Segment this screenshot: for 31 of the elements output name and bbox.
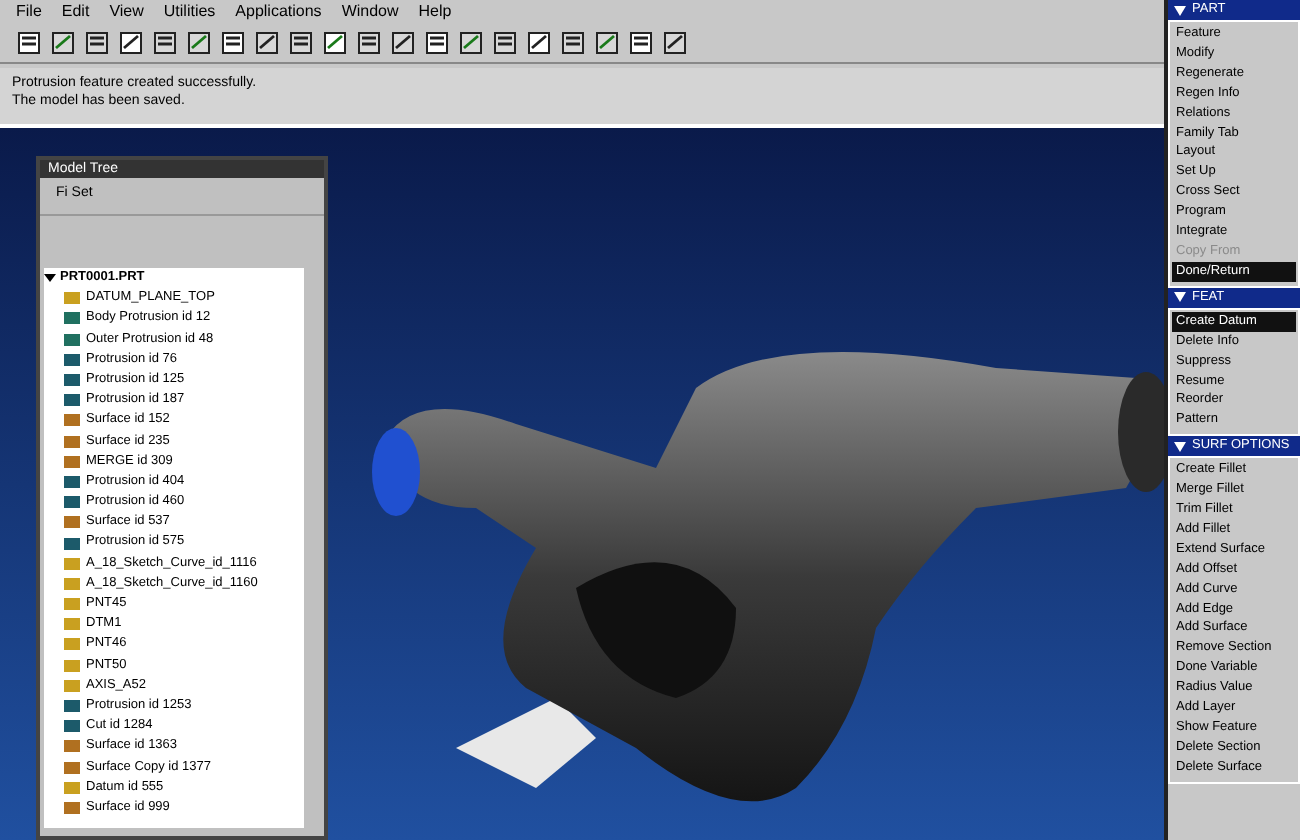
menu-item[interactable]: View (109, 0, 144, 22)
toolbar-icon[interactable] (322, 29, 348, 55)
toolbar-icon[interactable] (492, 29, 518, 55)
caret-icon (1174, 292, 1186, 303)
toolbar-icon[interactable] (186, 29, 212, 55)
menu-item[interactable]: File (16, 0, 42, 22)
menu-item[interactable]: Edit (61, 0, 90, 22)
menu-item[interactable]: Window (341, 0, 399, 22)
caret-icon (1174, 5, 1186, 15)
menu-item[interactable]: Help (418, 0, 452, 22)
toolbar-icon[interactable] (356, 29, 382, 55)
menu-item[interactable]: Utilities (163, 0, 216, 22)
toolbar-icon[interactable] (458, 29, 484, 55)
toolbar-icon[interactable] (152, 29, 178, 55)
menu-item[interactable]: Applications (235, 0, 322, 22)
toolbar-icon[interactable] (84, 29, 110, 55)
toolbar-icon[interactable] (526, 29, 552, 55)
toolbar-icon[interactable] (560, 29, 586, 55)
caret-icon (1174, 441, 1186, 452)
toolbar-icon[interactable] (594, 29, 620, 55)
toolbar-icon[interactable] (254, 29, 280, 55)
toolbar-icon[interactable] (390, 29, 416, 55)
expand-icon[interactable] (44, 272, 56, 285)
toolbar-icon[interactable] (628, 29, 654, 55)
toolbar-icon[interactable] (118, 29, 144, 55)
toolbar-icon[interactable] (288, 29, 314, 55)
toolbar-icon[interactable] (50, 29, 76, 55)
toolbar-icon[interactable] (662, 29, 688, 55)
toolbar-icon[interactable] (16, 29, 42, 55)
toolbar-icon[interactable] (424, 29, 450, 55)
toolbar-icon[interactable] (220, 29, 246, 55)
